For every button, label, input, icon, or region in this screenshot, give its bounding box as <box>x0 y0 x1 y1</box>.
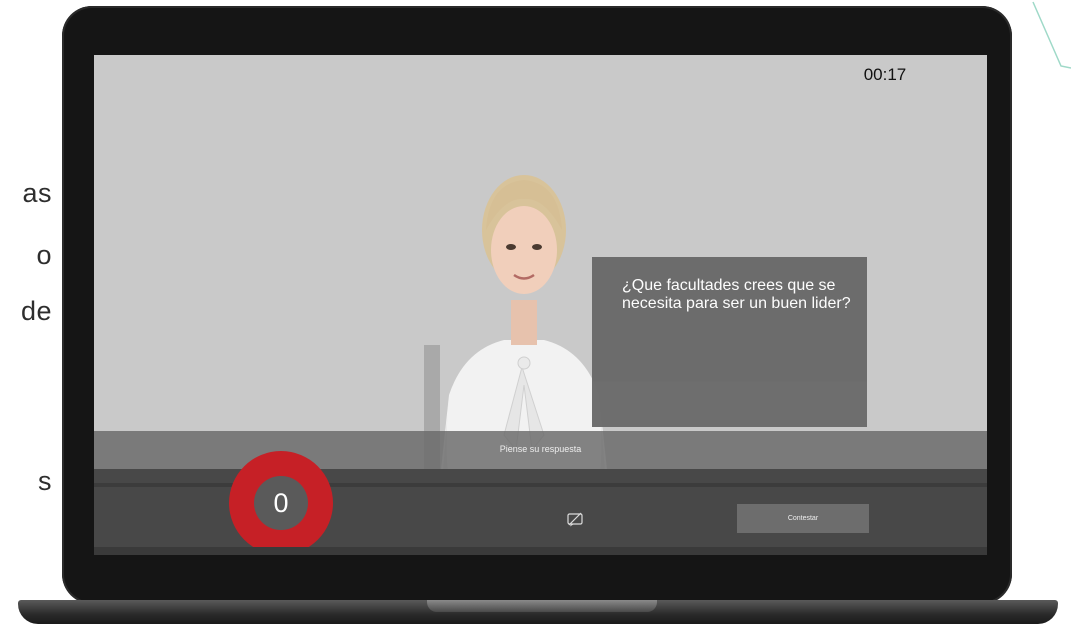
decorative-accent <box>1032 1 1071 69</box>
countdown-value: 0 <box>254 476 308 530</box>
laptop-notch <box>427 600 657 612</box>
side-text-line-2: o <box>36 240 52 270</box>
app-screen: 00:17 ¿Que facultades crees que se neces… <box>94 55 987 555</box>
control-bar-divider <box>94 483 987 487</box>
question-panel: ¿Que facultades crees que se necesita pa… <box>592 257 867 427</box>
subtitle-off-icon[interactable] <box>566 511 584 527</box>
side-text-line-1: as <box>22 178 52 208</box>
question-text: ¿Que facultades crees que se necesita pa… <box>622 277 851 312</box>
answer-button[interactable]: Contestar <box>737 504 869 533</box>
slide-side-text: as o de s <box>0 0 60 631</box>
elapsed-timer: 00:17 <box>863 65 907 84</box>
screen-bottom-strip <box>94 547 987 555</box>
side-text-line-3: de <box>20 296 52 326</box>
countdown-indicator: 0 <box>229 451 333 555</box>
hint-text: Piense su respuesta <box>499 444 582 454</box>
hint-bar: Piense su respuesta <box>94 431 987 469</box>
side-text-line-4: s <box>38 466 52 496</box>
